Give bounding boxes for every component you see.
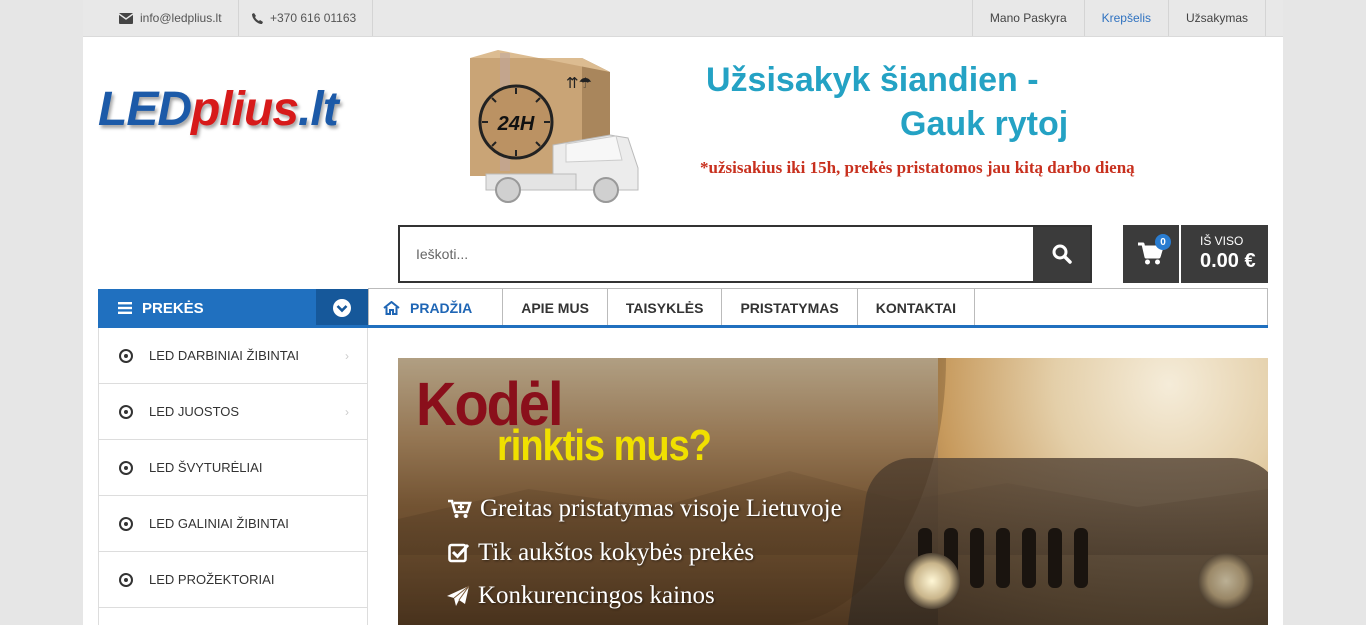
- link-my-account[interactable]: Mano Paskyra: [971, 0, 1084, 36]
- category-label: LED GALINIAI ŽIBINTAI: [149, 516, 289, 531]
- category-item-work-lights[interactable]: LED DARBINIAI ŽIBINTAI ›: [99, 328, 367, 384]
- link-checkout[interactable]: Užsakymas: [1167, 0, 1266, 36]
- cart-total-value: 0.00 €: [1200, 250, 1256, 272]
- nav-rules[interactable]: TAISYKLĖS: [608, 289, 723, 326]
- hero-feature-1-text: Greitas pristatymas visoje Lietuvoje: [480, 495, 842, 522]
- email-text: info@ledplius.lt: [140, 11, 222, 25]
- link-cart[interactable]: Krepšelis: [1083, 0, 1168, 36]
- category-label: LED PROŽEKTORIAI: [149, 572, 275, 587]
- banner-headline-2: Gauk rytoj: [900, 105, 1069, 143]
- hero-feature-3-text: Konkurencingos kainos: [478, 582, 715, 609]
- delivery-truck-image: 24H ⇈☂: [470, 50, 639, 203]
- hero-feature-3: Konkurencingos kainos: [446, 582, 715, 610]
- chevron-right-icon: ›: [345, 404, 349, 419]
- hero-feature-2-text: Tik aukštos kokybės prekės: [478, 539, 755, 566]
- nav-contacts[interactable]: KONTAKTAI: [858, 289, 976, 326]
- dot-circle-icon: [119, 572, 133, 587]
- hero-headlight-right: [1198, 553, 1254, 609]
- hero-feature-2: Tik aukštos kokybės prekės: [448, 539, 754, 567]
- phone-text: +370 616 01163: [270, 11, 357, 25]
- check-square-icon: [448, 543, 470, 563]
- cart-plus-icon: [448, 499, 472, 518]
- category-item-beacons[interactable]: LED ŠVYTURĖLIAI: [99, 440, 367, 496]
- main-nav: PRADŽIA APIE MUS TAISYKLĖS PRISTATYMAS K…: [368, 288, 1268, 326]
- category-label: LED ŠVYTURĖLIAI: [149, 460, 263, 475]
- hero-headlight-left: [904, 553, 960, 609]
- page: info@ledplius.lt +370 616 01163 Mano Pas…: [83, 0, 1283, 625]
- hamburger-icon: [118, 302, 132, 314]
- nav-home-label: PRADŽIA: [410, 299, 473, 316]
- delivery-banner: 24H ⇈☂ Užsisakyk šiandien - Gauk rytoj *…: [468, 50, 1198, 208]
- nav-home[interactable]: PRADŽIA: [369, 289, 504, 326]
- dot-circle-icon: [119, 516, 133, 531]
- logo-part-plius: plius: [191, 83, 299, 136]
- category-item-rear-lights[interactable]: LED GALINIAI ŽIBINTAI: [99, 496, 367, 552]
- site-logo[interactable]: LEDplius.lt: [98, 82, 339, 137]
- dot-circle-icon: [119, 404, 133, 419]
- envelope-icon: [119, 12, 133, 24]
- logo-part-led: LED: [98, 83, 192, 136]
- paper-plane-icon: [447, 585, 470, 606]
- chevron-down-circle-icon: [333, 299, 351, 317]
- search-icon: [1052, 244, 1072, 264]
- search-button[interactable]: [1033, 227, 1090, 281]
- nav-about[interactable]: APIE MUS: [503, 289, 608, 326]
- category-item-strips[interactable]: LED JUOSTOS ›: [99, 384, 367, 440]
- cart-button[interactable]: 0: [1123, 225, 1179, 283]
- categories-title-wrap: PREKĖS: [98, 300, 316, 317]
- search-input[interactable]: [400, 227, 1033, 281]
- banner-headline-1: Užsisakyk šiandien -: [706, 61, 1039, 99]
- account-links: Mano Paskyra Krepšelis Užsakymas: [971, 0, 1266, 36]
- banner-note: *užsisakius iki 15h, prekės pristatomos …: [700, 158, 1135, 177]
- nav-delivery[interactable]: PRISTATYMAS: [722, 289, 858, 326]
- phone-icon: [252, 12, 263, 24]
- chevron-right-icon: ›: [345, 348, 349, 363]
- svg-text:⇈☂: ⇈☂: [566, 74, 592, 92]
- hero-slide[interactable]: Kodėl rinktis mus? Greitas pristatymas v…: [398, 358, 1268, 625]
- dot-circle-icon: [119, 348, 133, 363]
- category-label: LED DARBINIAI ŽIBINTAI: [149, 348, 300, 363]
- topbar-email[interactable]: info@ledplius.lt: [103, 0, 239, 36]
- cart-total[interactable]: IŠ VISO 0.00 €: [1181, 225, 1268, 283]
- search-bar: [398, 225, 1092, 283]
- categories-title: PREKĖS: [142, 299, 204, 317]
- categories-header[interactable]: PREKĖS: [98, 289, 368, 327]
- categories-toggle[interactable]: [316, 289, 368, 327]
- hero-feature-1: Greitas pristatymas visoje Lietuvoje: [448, 495, 842, 523]
- category-label: LED JUOSTOS: [149, 404, 240, 419]
- cart-total-label: IŠ VISO: [1200, 234, 1244, 248]
- dot-circle-icon: [119, 460, 133, 475]
- cart-count-badge: 0: [1155, 234, 1171, 250]
- hero-title-2: rinktis mus?: [497, 422, 712, 471]
- category-item-floodlights[interactable]: LED PROŽEKTORIAI: [99, 552, 367, 608]
- logo-part-lt: .lt: [298, 83, 339, 136]
- home-icon: [383, 300, 400, 315]
- banner-24h-label: 24H: [497, 113, 535, 135]
- top-bar: info@ledplius.lt +370 616 01163 Mano Pas…: [83, 0, 1283, 37]
- category-sidebar: LED DARBINIAI ŽIBINTAI › LED JUOSTOS › L…: [98, 328, 368, 625]
- topbar-phone[interactable]: +370 616 01163: [236, 0, 374, 36]
